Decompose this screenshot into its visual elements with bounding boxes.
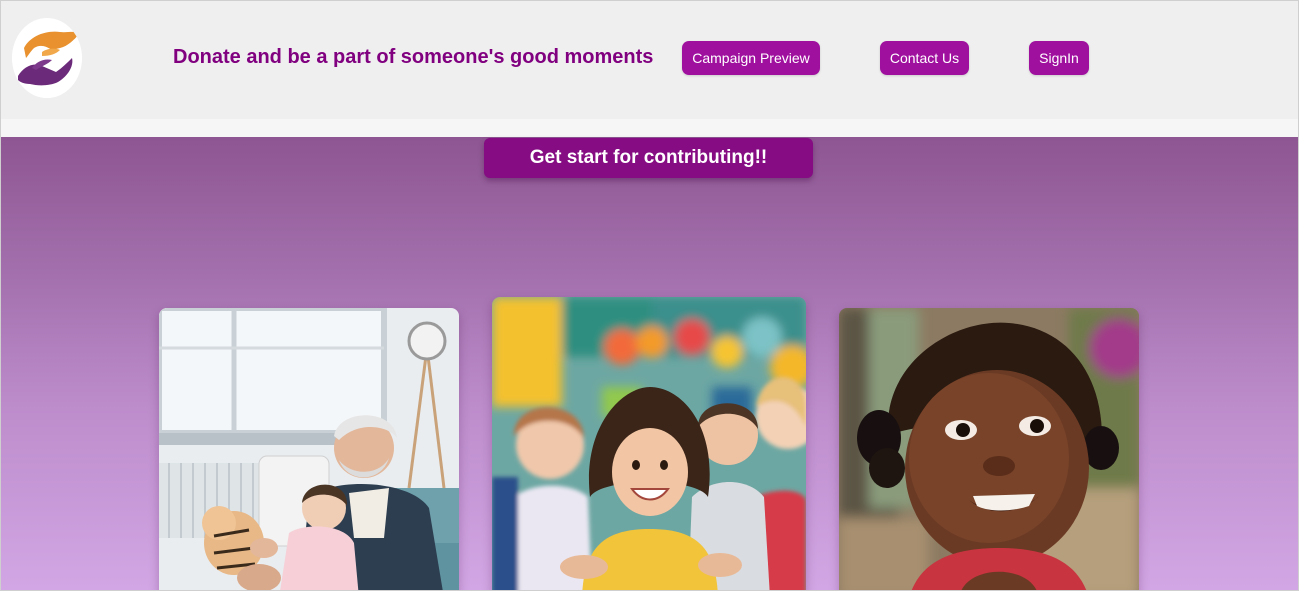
signin-button[interactable]: SignIn bbox=[1029, 41, 1089, 75]
site-header: Donate and be a part of someone's good m… bbox=[1, 1, 1298, 119]
site-tagline: Donate and be a part of someone's good m… bbox=[173, 46, 654, 68]
photo-card-smiling-girl[interactable] bbox=[839, 308, 1139, 590]
smiling-girl-photo bbox=[839, 308, 1139, 590]
campaign-preview-button[interactable]: Campaign Preview bbox=[682, 41, 820, 75]
site-logo[interactable] bbox=[12, 18, 82, 98]
page-frame: Donate and be a part of someone's good m… bbox=[0, 0, 1299, 591]
header-divider bbox=[1, 119, 1298, 137]
hands-heart-logo-icon bbox=[12, 18, 82, 98]
children-group-photo bbox=[492, 297, 806, 590]
contact-us-button[interactable]: Contact Us bbox=[880, 41, 969, 75]
get-started-button[interactable]: Get start for contributing!! bbox=[484, 138, 813, 178]
photo-card-grandfather[interactable] bbox=[159, 308, 459, 590]
grandfather-child-photo bbox=[159, 308, 459, 590]
photo-card-children-group[interactable] bbox=[492, 297, 806, 590]
